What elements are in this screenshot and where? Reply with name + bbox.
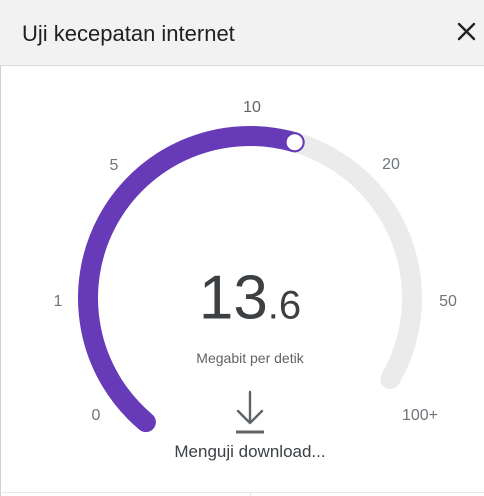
speed-value-integer: 13 [198,263,268,333]
tick-label-5: 5 [109,157,119,174]
tick-label-50: 50 [439,293,457,310]
tick-label-0: 0 [91,407,101,424]
footer-column-divider [250,492,251,496]
speed-value-decimal: .6 [267,283,302,328]
tick-label-1: 1 [53,293,63,310]
gauge-needle-knob [284,132,305,153]
speed-unit-label: Megabit per detik [196,350,304,366]
speed-value: 13.6 [199,263,301,334]
download-arrow-icon [236,390,264,434]
tick-label-10: 10 [243,99,261,116]
tick-label-100-plus: 100+ [401,407,439,424]
footer-divider [0,492,484,493]
test-status-text: Menguji download... [174,442,326,461]
tick-label-20: 20 [382,156,400,173]
